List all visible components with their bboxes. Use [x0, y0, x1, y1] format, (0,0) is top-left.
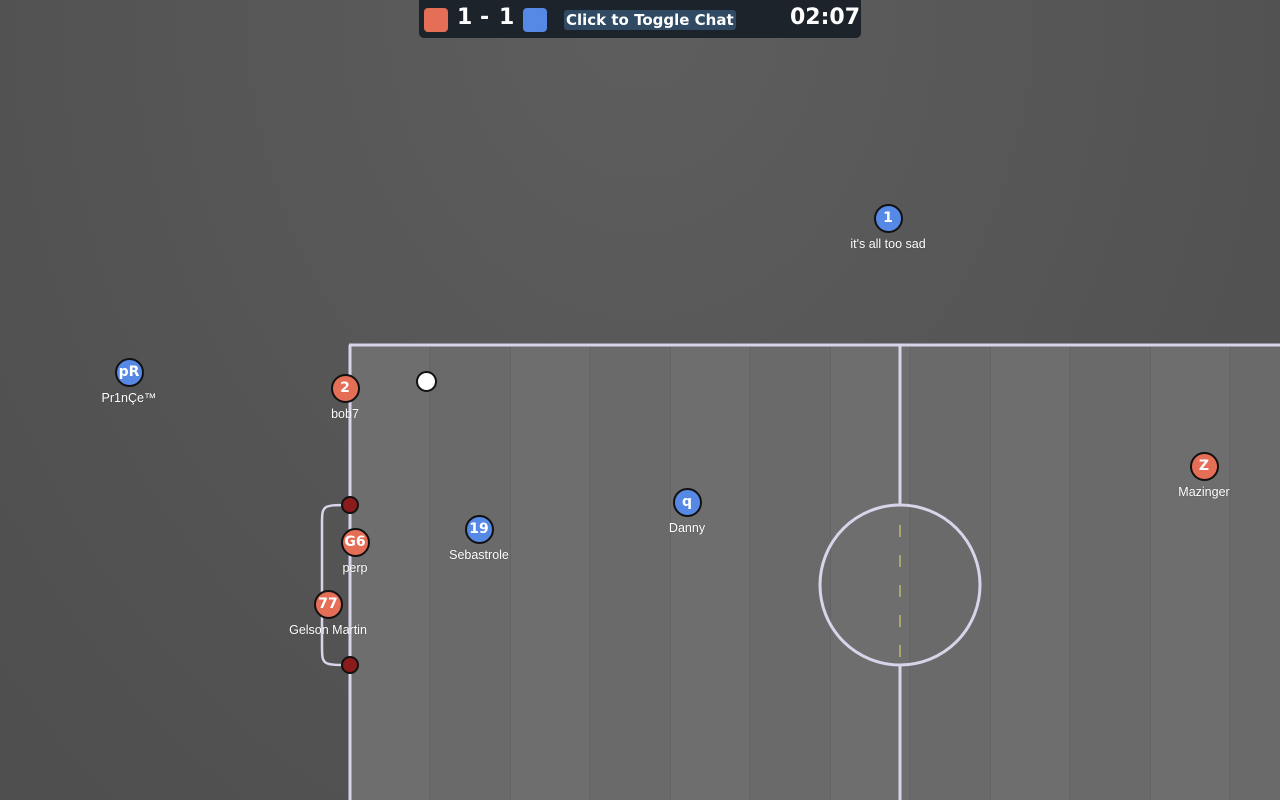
toggle-chat-button[interactable]: Click to Toggle Chat: [564, 10, 736, 30]
player-disc-red: 77: [313, 589, 343, 619]
player-disc-red: Z: [1189, 451, 1219, 481]
scoreboard: 1 - 1 Click to Toggle Chat 02:07: [419, 0, 861, 38]
player-name: Danny: [668, 521, 706, 535]
blue-score: 1: [499, 5, 515, 30]
player-disc-red: G6: [340, 527, 370, 557]
game-stage: 1 it's all too sad pR Pr1nÇe™ 2 bob7 Z Mazinger…: [0, 0, 1280, 800]
player-name: perp: [342, 561, 368, 575]
red-score: 1: [457, 5, 473, 30]
player-name: Gelson Martin: [289, 623, 367, 637]
goal-post-bottom: [341, 656, 359, 674]
blue-team-swatch: [523, 8, 547, 32]
player-name: it's all too sad: [850, 237, 926, 251]
player-name: Sebastrole: [449, 548, 509, 562]
ball: [416, 371, 437, 392]
player-name: Mazinger: [1178, 485, 1230, 499]
score-separator: -: [480, 5, 490, 30]
player-name: Pr1nÇe™: [101, 391, 157, 405]
pitch: [320, 343, 1280, 800]
player-disc-blue: q: [672, 487, 702, 517]
goal-net: [320, 503, 351, 667]
goal-post-top: [341, 496, 359, 514]
player-disc-blue: pR: [114, 357, 144, 387]
red-team-swatch: [424, 8, 448, 32]
pitch-surface: [350, 345, 1280, 800]
player-disc-blue: 1: [873, 203, 903, 233]
player-name: bob7: [331, 407, 359, 421]
game-timer: 02:07: [790, 5, 861, 30]
player-disc-blue: 19: [464, 514, 494, 544]
player-disc-red: 2: [330, 373, 360, 403]
